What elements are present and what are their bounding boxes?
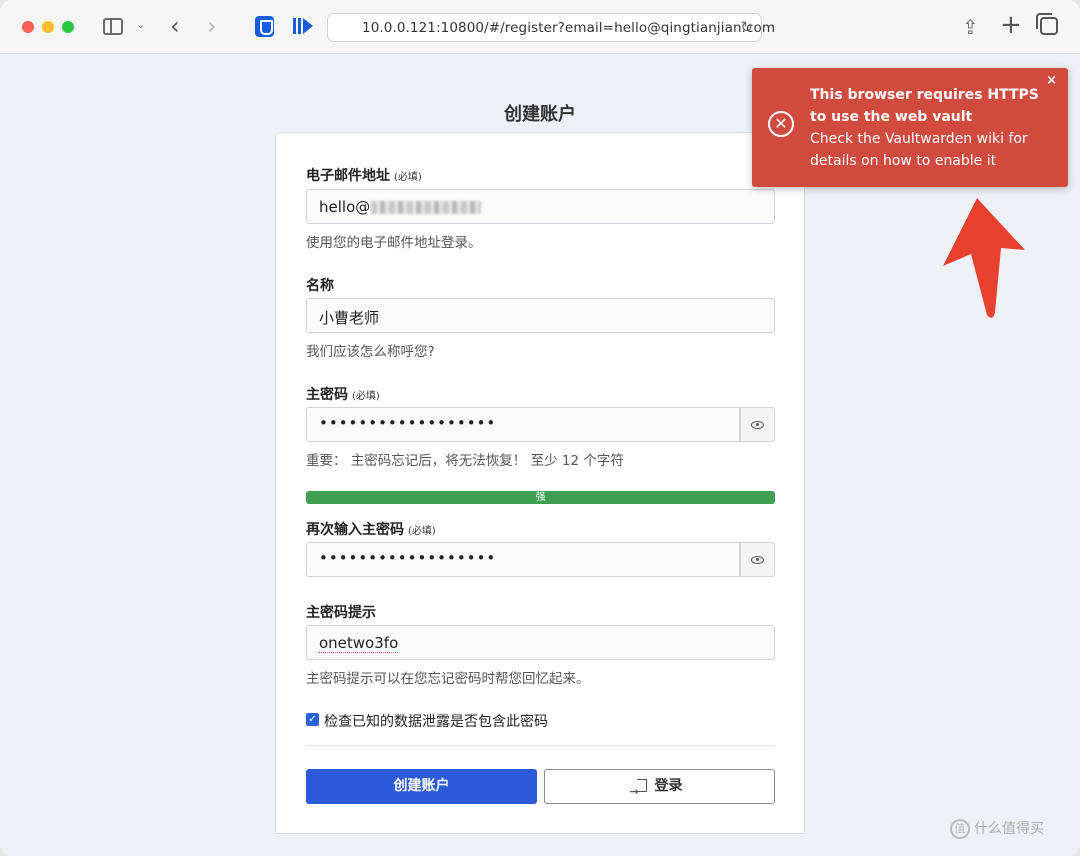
tab-overview-icon[interactable] [1036,13,1058,35]
password-hint-field[interactable]: onetwo3fo [306,625,775,660]
back-icon[interactable]: ‹ [170,12,180,40]
master-password-field[interactable]: •••••••••••••••••• [306,407,740,442]
watermark-logo-icon: 值 [950,819,970,839]
forward-icon[interactable]: › [207,12,217,40]
new-tab-icon[interactable]: + [1000,10,1022,40]
divider [306,745,775,746]
minimize-window-button[interactable] [42,21,54,33]
confirm-password-field[interactable]: •••••••••••••••••• [306,542,740,577]
chevron-down-icon[interactable]: ⌄ [136,18,145,31]
share-icon[interactable]: ⇪ [962,15,979,39]
sign-in-icon [630,775,647,808]
toggle-confirm-visibility-button[interactable] [740,542,775,577]
name-field[interactable]: 小曹老师 [306,298,775,333]
browser-toolbar: ⌄ ‹ › 10.0.0.121:10800/#/register?email=… [0,0,1080,54]
toast-title: This browser requires HTTPS to use the w… [810,87,1039,125]
breach-check-checkbox[interactable]: ✓ [306,713,319,726]
register-form-card: 电子邮件地址 (必填) hello@ 使用您的电子邮件地址登录。 名称 小曹老师 … [275,132,805,834]
eye-icon [751,556,764,564]
login-button[interactable]: 登录 [544,769,775,808]
https-warning-toast: ✕ × This browser requires HTTPS to use t… [752,68,1068,187]
email-field[interactable]: hello@ [306,189,775,224]
breach-check-label[interactable]: 检查已知的数据泄露是否包含此密码 [324,711,548,731]
bitwarden-extension-icon[interactable] [255,16,274,37]
site-watermark: 值什么值得买 [950,818,1044,839]
password-hint-help-text: 主密码提示可以在您忘记密码时帮您回忆起来。 [306,671,590,687]
toggle-password-visibility-button[interactable] [740,407,775,442]
password-hint-label: 主密码提示 [306,605,376,621]
eye-icon [751,421,764,429]
password-strength-bar: 强 [306,491,775,504]
create-account-button[interactable]: 创建账户 [306,769,537,804]
confirm-password-label: 再次输入主密码 (必填) [306,522,436,538]
annotation-arrow [943,198,1025,318]
master-password-help-text: 重要： 主密码忘记后，将无法恢复！ 至少 12 个字符 [306,453,624,469]
email-label: 电子邮件地址 (必填) [306,168,422,184]
error-circle-icon: ✕ [768,111,794,137]
name-help-text: 我们应该怎么称呼您? [306,344,435,360]
browser-window: ⌄ ‹ › 10.0.0.121:10800/#/register?email=… [0,0,1080,856]
name-label: 名称 [306,278,334,294]
address-bar[interactable]: 10.0.0.121:10800/#/register?email=hello@… [327,13,775,42]
required-tag: (必填) [394,172,422,183]
close-window-button[interactable] [22,21,34,33]
email-help-text: 使用您的电子邮件地址登录。 [306,235,482,251]
toast-message: Check the Vaultwarden wiki for details o… [810,131,1028,169]
media-extension-icon[interactable] [293,18,313,34]
url-text: 10.0.0.121:10800/#/register?email=hello@… [362,20,776,36]
maximize-window-button[interactable] [62,21,74,33]
sidebar-toggle-icon[interactable] [103,18,123,35]
redacted-email-domain [371,201,482,214]
master-password-label: 主密码 (必填) [306,387,380,403]
reload-icon[interactable]: ↻ [740,18,753,36]
